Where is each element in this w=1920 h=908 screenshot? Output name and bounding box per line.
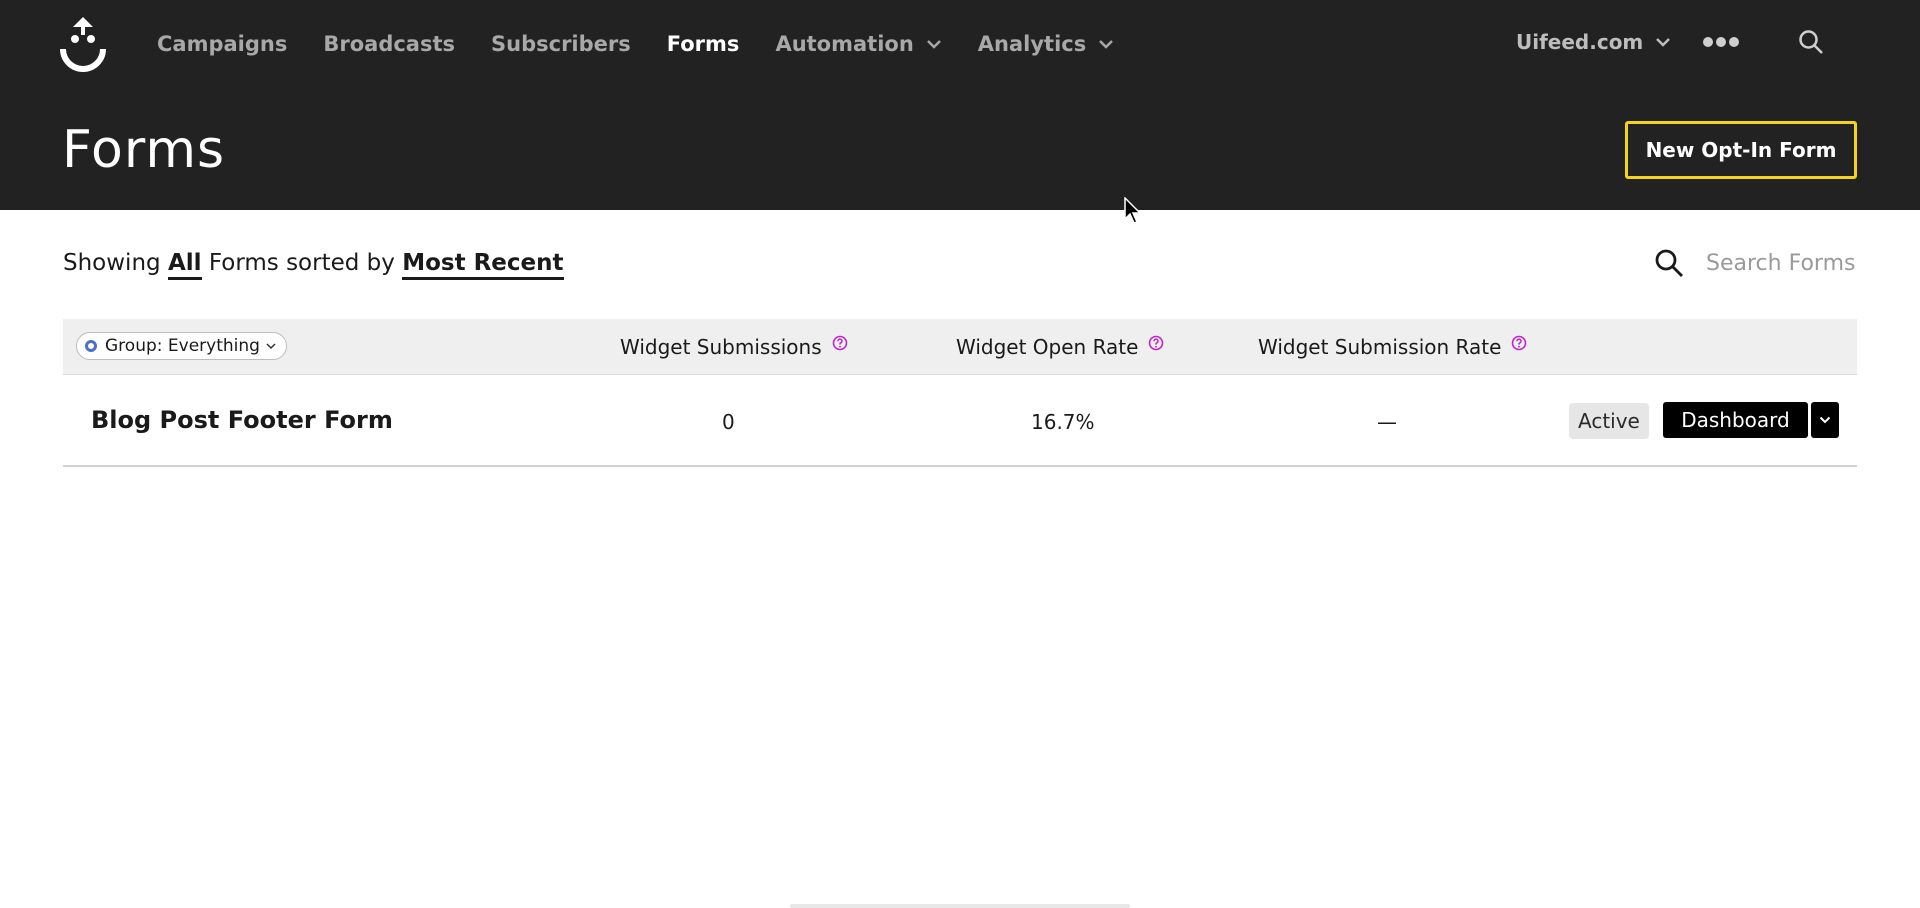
main-nav: Campaigns Broadcasts Subscribers Forms A… (157, 30, 1150, 58)
account-switcher[interactable]: Uifeed.com (1516, 30, 1671, 54)
table-row: Blog Post Footer Form 0 16.7% — Active D… (63, 376, 1857, 467)
group-filter-label: Group: Everything (105, 336, 260, 356)
group-filter-dropdown[interactable]: Group: Everything (76, 332, 287, 360)
scroll-indicator (790, 904, 1130, 908)
nav-item-label: Analytics (977, 32, 1087, 56)
page-title: Forms (62, 120, 226, 180)
cell-submissions: 0 (722, 410, 735, 434)
search-forms (1654, 248, 1876, 278)
logo-icon[interactable] (60, 15, 106, 75)
nav-item-subscribers[interactable]: Subscribers (491, 30, 631, 58)
help-icon[interactable] (1148, 335, 1164, 351)
nav-item-campaigns[interactable]: Campaigns (157, 30, 287, 58)
cell-open-rate: 16.7% (1031, 410, 1095, 434)
column-header-label: Widget Open Rate (956, 335, 1139, 359)
search-icon[interactable] (1798, 29, 1824, 55)
chevron-down-icon (926, 40, 941, 49)
status-badge: Active (1569, 403, 1649, 439)
showing-prefix: Showing (63, 250, 161, 276)
column-header-submission-rate[interactable]: Widget Submission Rate (1258, 335, 1527, 359)
sort-filter-summary: Showing All Forms sorted by Most Recent (63, 250, 564, 280)
nav-item-label: Forms (666, 32, 740, 56)
column-header-open-rate[interactable]: Widget Open Rate (956, 335, 1164, 359)
sort-order-link[interactable]: Most Recent (402, 250, 564, 280)
nav-item-broadcasts[interactable]: Broadcasts (323, 30, 455, 58)
nav-item-analytics[interactable]: Analytics (978, 30, 1114, 58)
showing-middle: Forms sorted by (208, 250, 395, 276)
nav-item-forms[interactable]: Forms (667, 30, 740, 58)
group-dot-icon (85, 340, 97, 352)
chevron-down-icon (266, 342, 276, 349)
form-name-link[interactable]: Blog Post Footer Form (91, 406, 393, 434)
scope-filter-link[interactable]: All (167, 250, 202, 280)
account-name: Uifeed.com (1516, 30, 1644, 54)
help-icon[interactable] (832, 335, 848, 351)
chevron-down-icon (1819, 416, 1831, 424)
chevron-down-icon (1099, 40, 1114, 49)
cursor-icon (1124, 197, 1142, 224)
new-opt-in-form-button[interactable]: New Opt-In Form (1625, 121, 1857, 179)
nav-item-automation[interactable]: Automation (775, 30, 941, 58)
dashboard-button[interactable]: Dashboard (1663, 402, 1808, 438)
table-header: Group: Everything Widget Submissions Wid… (63, 319, 1857, 375)
help-icon[interactable] (1511, 335, 1527, 351)
nav-item-label: Automation (775, 32, 914, 56)
nav-item-label: Campaigns (157, 32, 288, 56)
top-header: Campaigns Broadcasts Subscribers Forms A… (0, 0, 1920, 210)
nav-item-label: Broadcasts (323, 32, 456, 56)
column-header-submissions[interactable]: Widget Submissions (620, 335, 848, 359)
row-actions-dropdown[interactable] (1811, 402, 1839, 438)
cell-submission-rate: — (1377, 410, 1397, 434)
search-input[interactable] (1706, 250, 1876, 276)
column-header-label: Widget Submission Rate (1258, 335, 1502, 359)
nav-item-label: Subscribers (491, 32, 631, 56)
column-header-label: Widget Submissions (620, 335, 822, 359)
more-icon[interactable] (1702, 36, 1740, 48)
chevron-down-icon (1656, 38, 1671, 47)
search-icon (1655, 249, 1683, 277)
